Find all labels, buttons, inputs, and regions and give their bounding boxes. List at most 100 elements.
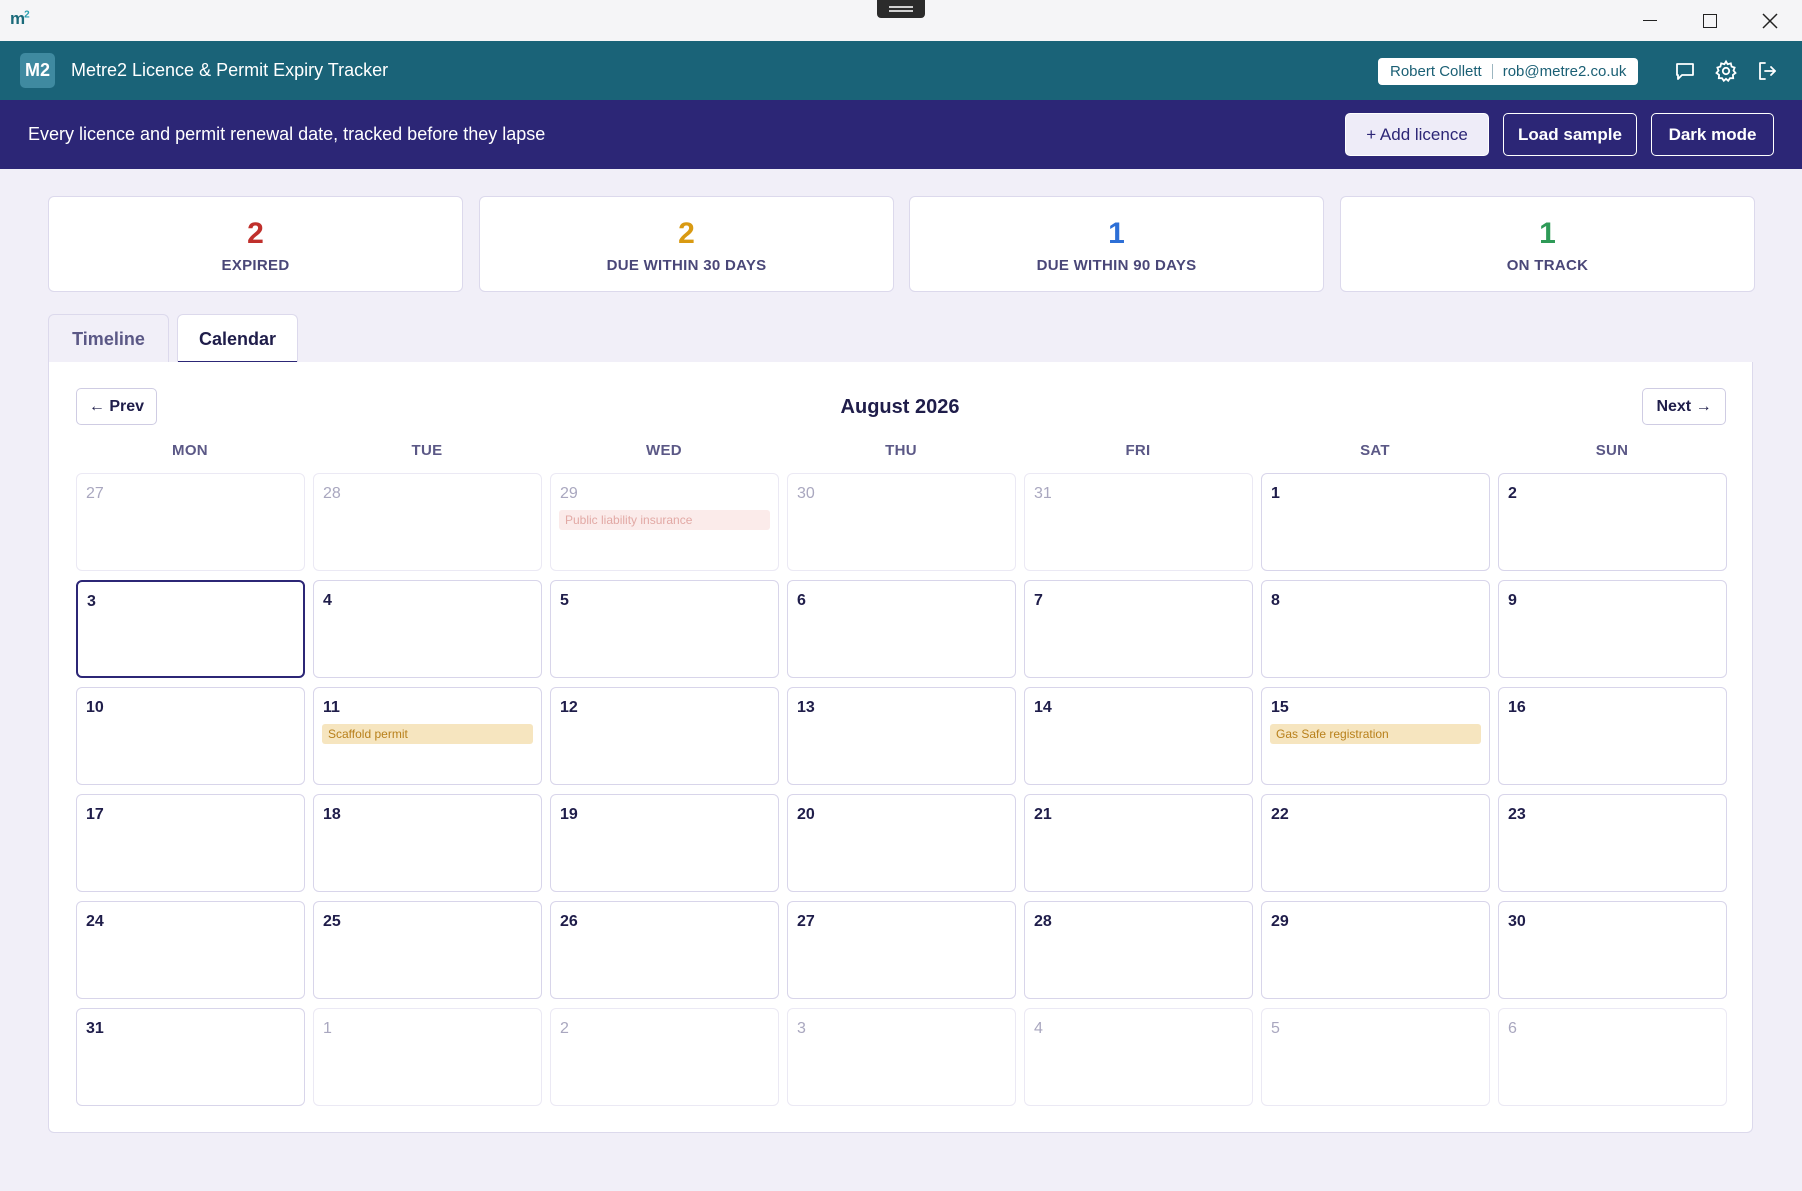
calendar-day[interactable]: 9 (1498, 580, 1727, 678)
stat-label: DUE WITHIN 30 DAYS (606, 257, 767, 274)
calendar-day[interactable]: 22 (1261, 794, 1490, 892)
calendar-day[interactable]: 1 (313, 1008, 542, 1106)
calendar-day[interactable]: 19 (550, 794, 779, 892)
weekday-label: MON (172, 442, 208, 459)
calendar-event[interactable]: Scaffold permit (322, 724, 533, 744)
banner-tagline: Every licence and permit renewal date, t… (28, 124, 546, 144)
calendar-event[interactable]: Public liability insurance (559, 510, 770, 530)
day-number: 16 (1508, 699, 1526, 716)
day-number: 27 (797, 913, 815, 930)
calendar-day[interactable]: 31 (76, 1008, 305, 1106)
weekday-label: TUE (411, 442, 443, 459)
day-number: 1 (1271, 485, 1280, 502)
window-drag-handle[interactable] (877, 0, 925, 18)
calendar-day[interactable]: 27 (787, 901, 1016, 999)
day-number: 6 (797, 592, 806, 609)
add-licence-button[interactable]: + Add licence (1345, 113, 1489, 156)
day-number: 14 (1034, 699, 1052, 716)
day-number: 28 (323, 485, 341, 502)
logo-text: m (10, 9, 25, 28)
weekday-label: FRI (1125, 442, 1151, 459)
calendar-day[interactable]: 24 (76, 901, 305, 999)
calendar-day[interactable]: 31 (1024, 473, 1253, 571)
calendar-day[interactable]: 5 (1261, 1008, 1490, 1106)
settings-button[interactable] (1714, 59, 1738, 83)
calendar-day[interactable]: 25 (313, 901, 542, 999)
calendar-day[interactable]: 13 (787, 687, 1016, 785)
calendar-day[interactable]: 5 (550, 580, 779, 678)
calendar-day[interactable]: 28 (313, 473, 542, 571)
calendar-day[interactable]: 6 (1498, 1008, 1727, 1106)
tab-calendar[interactable]: Calendar (177, 314, 298, 364)
user-chip[interactable]: Robert Collett rob@metre2.co.uk (1378, 58, 1639, 85)
maximize-button[interactable] (1680, 0, 1740, 41)
calendar-day[interactable]: 23 (1498, 794, 1727, 892)
calendar-day-today[interactable]: 3 (76, 580, 305, 678)
calendar-day[interactable]: 18 (313, 794, 542, 892)
gear-icon (1715, 59, 1737, 83)
close-icon (1762, 12, 1778, 29)
app-logo-icon: m2 (10, 9, 30, 29)
calendar-day[interactable]: 15 Gas Safe registration (1261, 687, 1490, 785)
day-number: 30 (797, 485, 815, 502)
calendar-day[interactable]: 21 (1024, 794, 1253, 892)
day-number: 2 (1508, 485, 1517, 502)
day-number: 4 (323, 592, 332, 609)
calendar-event[interactable]: Gas Safe registration (1270, 724, 1481, 744)
calendar-day[interactable]: 11 Scaffold permit (313, 687, 542, 785)
calendar-day[interactable]: 1 (1261, 473, 1490, 571)
chat-icon (1676, 63, 1694, 80)
day-number: 12 (560, 699, 578, 716)
stat-label: EXPIRED (221, 257, 290, 274)
calendar-day[interactable]: 17 (76, 794, 305, 892)
calendar-day[interactable]: 4 (1024, 1008, 1253, 1106)
day-number: 28 (1034, 913, 1052, 930)
calendar-day[interactable]: 27 (76, 473, 305, 571)
prev-month-button[interactable]: ← Prev (76, 388, 157, 425)
load-sample-button[interactable]: Load sample (1503, 113, 1637, 156)
user-email: rob@metre2.co.uk (1502, 63, 1627, 80)
minimize-icon (1643, 19, 1657, 22)
calendar-day[interactable]: 29 Public liability insurance (550, 473, 779, 571)
day-number: 23 (1508, 806, 1526, 823)
calendar-day[interactable]: 14 (1024, 687, 1253, 785)
day-number: 29 (1271, 913, 1289, 930)
calendar-day[interactable]: 20 (787, 794, 1016, 892)
calendar-day[interactable]: 30 (787, 473, 1016, 571)
calendar-day[interactable]: 4 (313, 580, 542, 678)
weekday-label: SAT (1360, 442, 1390, 459)
user-chip-divider (1491, 64, 1493, 79)
calendar-day[interactable]: 7 (1024, 580, 1253, 678)
banner: Every licence and permit renewal date, t… (0, 100, 1802, 169)
stat-card-due-90: 1 DUE WITHIN 90 DAYS (909, 196, 1324, 292)
day-number: 3 (797, 1020, 806, 1037)
calendar-day[interactable]: 26 (550, 901, 779, 999)
calendar-day[interactable]: 28 (1024, 901, 1253, 999)
calendar-day[interactable]: 8 (1261, 580, 1490, 678)
next-month-button[interactable]: Next → (1642, 388, 1726, 425)
feedback-button[interactable] (1673, 59, 1697, 83)
maximize-icon (1703, 13, 1717, 28)
day-number: 22 (1271, 806, 1289, 823)
calendar-day[interactable]: 30 (1498, 901, 1727, 999)
tab-timeline[interactable]: Timeline (48, 314, 169, 364)
stat-card-expired: 2 EXPIRED (48, 196, 463, 292)
weekday-label: SUN (1595, 442, 1629, 459)
logout-button[interactable] (1755, 59, 1779, 83)
calendar-day[interactable]: 10 (76, 687, 305, 785)
day-number: 31 (1034, 485, 1052, 502)
calendar-day[interactable]: 6 (787, 580, 1016, 678)
calendar-day[interactable]: 16 (1498, 687, 1727, 785)
calendar-day[interactable]: 2 (1498, 473, 1727, 571)
close-button[interactable] (1740, 0, 1800, 41)
app-header: M2 Metre2 Licence & Permit Expiry Tracke… (0, 41, 1802, 100)
day-number: 15 (1271, 699, 1289, 716)
calendar-day[interactable]: 2 (550, 1008, 779, 1106)
day-number: 29 (560, 485, 578, 502)
calendar-day[interactable]: 29 (1261, 901, 1490, 999)
dark-mode-button[interactable]: Dark mode (1651, 113, 1774, 156)
minimize-button[interactable] (1620, 0, 1680, 41)
calendar-day[interactable]: 12 (550, 687, 779, 785)
logo-sup: 2 (24, 9, 29, 21)
calendar-day[interactable]: 3 (787, 1008, 1016, 1106)
